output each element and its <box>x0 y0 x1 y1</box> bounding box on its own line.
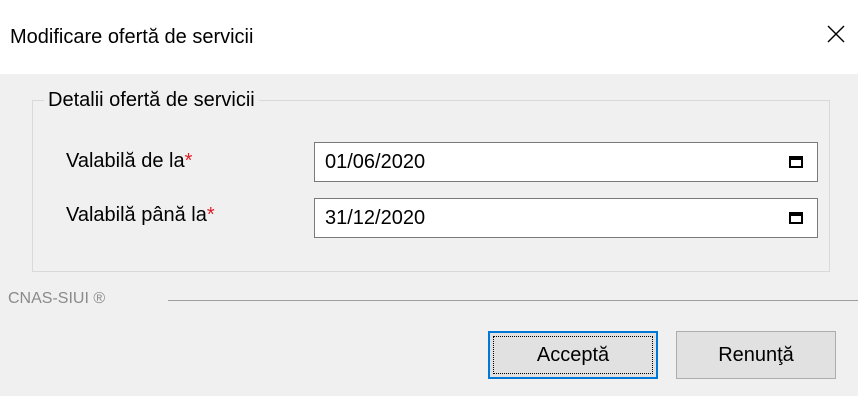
group-legend: Detalii ofertă de servicii <box>44 89 259 112</box>
valid-from-date-picker[interactable]: 01/06/2020 <box>314 142 818 182</box>
focus-rectangle <box>493 336 653 374</box>
valid-until-label: Valabilă până la* <box>66 204 215 227</box>
accept-button[interactable]: Acceptă <box>488 331 658 379</box>
valid-from-value: 01/06/2020 <box>325 150 426 173</box>
calendar-icon[interactable] <box>789 212 803 224</box>
close-button[interactable] <box>814 12 858 56</box>
valid-from-label-text: Valabilă de la <box>66 150 185 172</box>
footer-divider <box>168 300 858 301</box>
valid-until-value: 31/12/2020 <box>325 206 426 229</box>
cancel-button-label: Renunţă <box>718 343 794 366</box>
cancel-button[interactable]: Renunţă <box>676 331 836 379</box>
valid-until-date-picker[interactable]: 31/12/2020 <box>314 198 818 238</box>
dialog-window: Modificare ofertă de servicii Detalii of… <box>0 0 858 396</box>
title-bar: Modificare ofertă de servicii <box>0 0 858 74</box>
valid-from-label: Valabilă de la* <box>66 150 192 173</box>
dialog-title: Modificare ofertă de servicii <box>10 26 254 48</box>
close-icon <box>827 25 845 43</box>
offer-details-group <box>32 100 830 272</box>
calendar-icon[interactable] <box>789 156 803 168</box>
required-mark: * <box>184 150 193 172</box>
required-mark: * <box>206 204 215 226</box>
brand-label: CNAS-SIUI ® <box>8 290 106 307</box>
valid-until-label-text: Valabilă până la <box>66 204 207 226</box>
